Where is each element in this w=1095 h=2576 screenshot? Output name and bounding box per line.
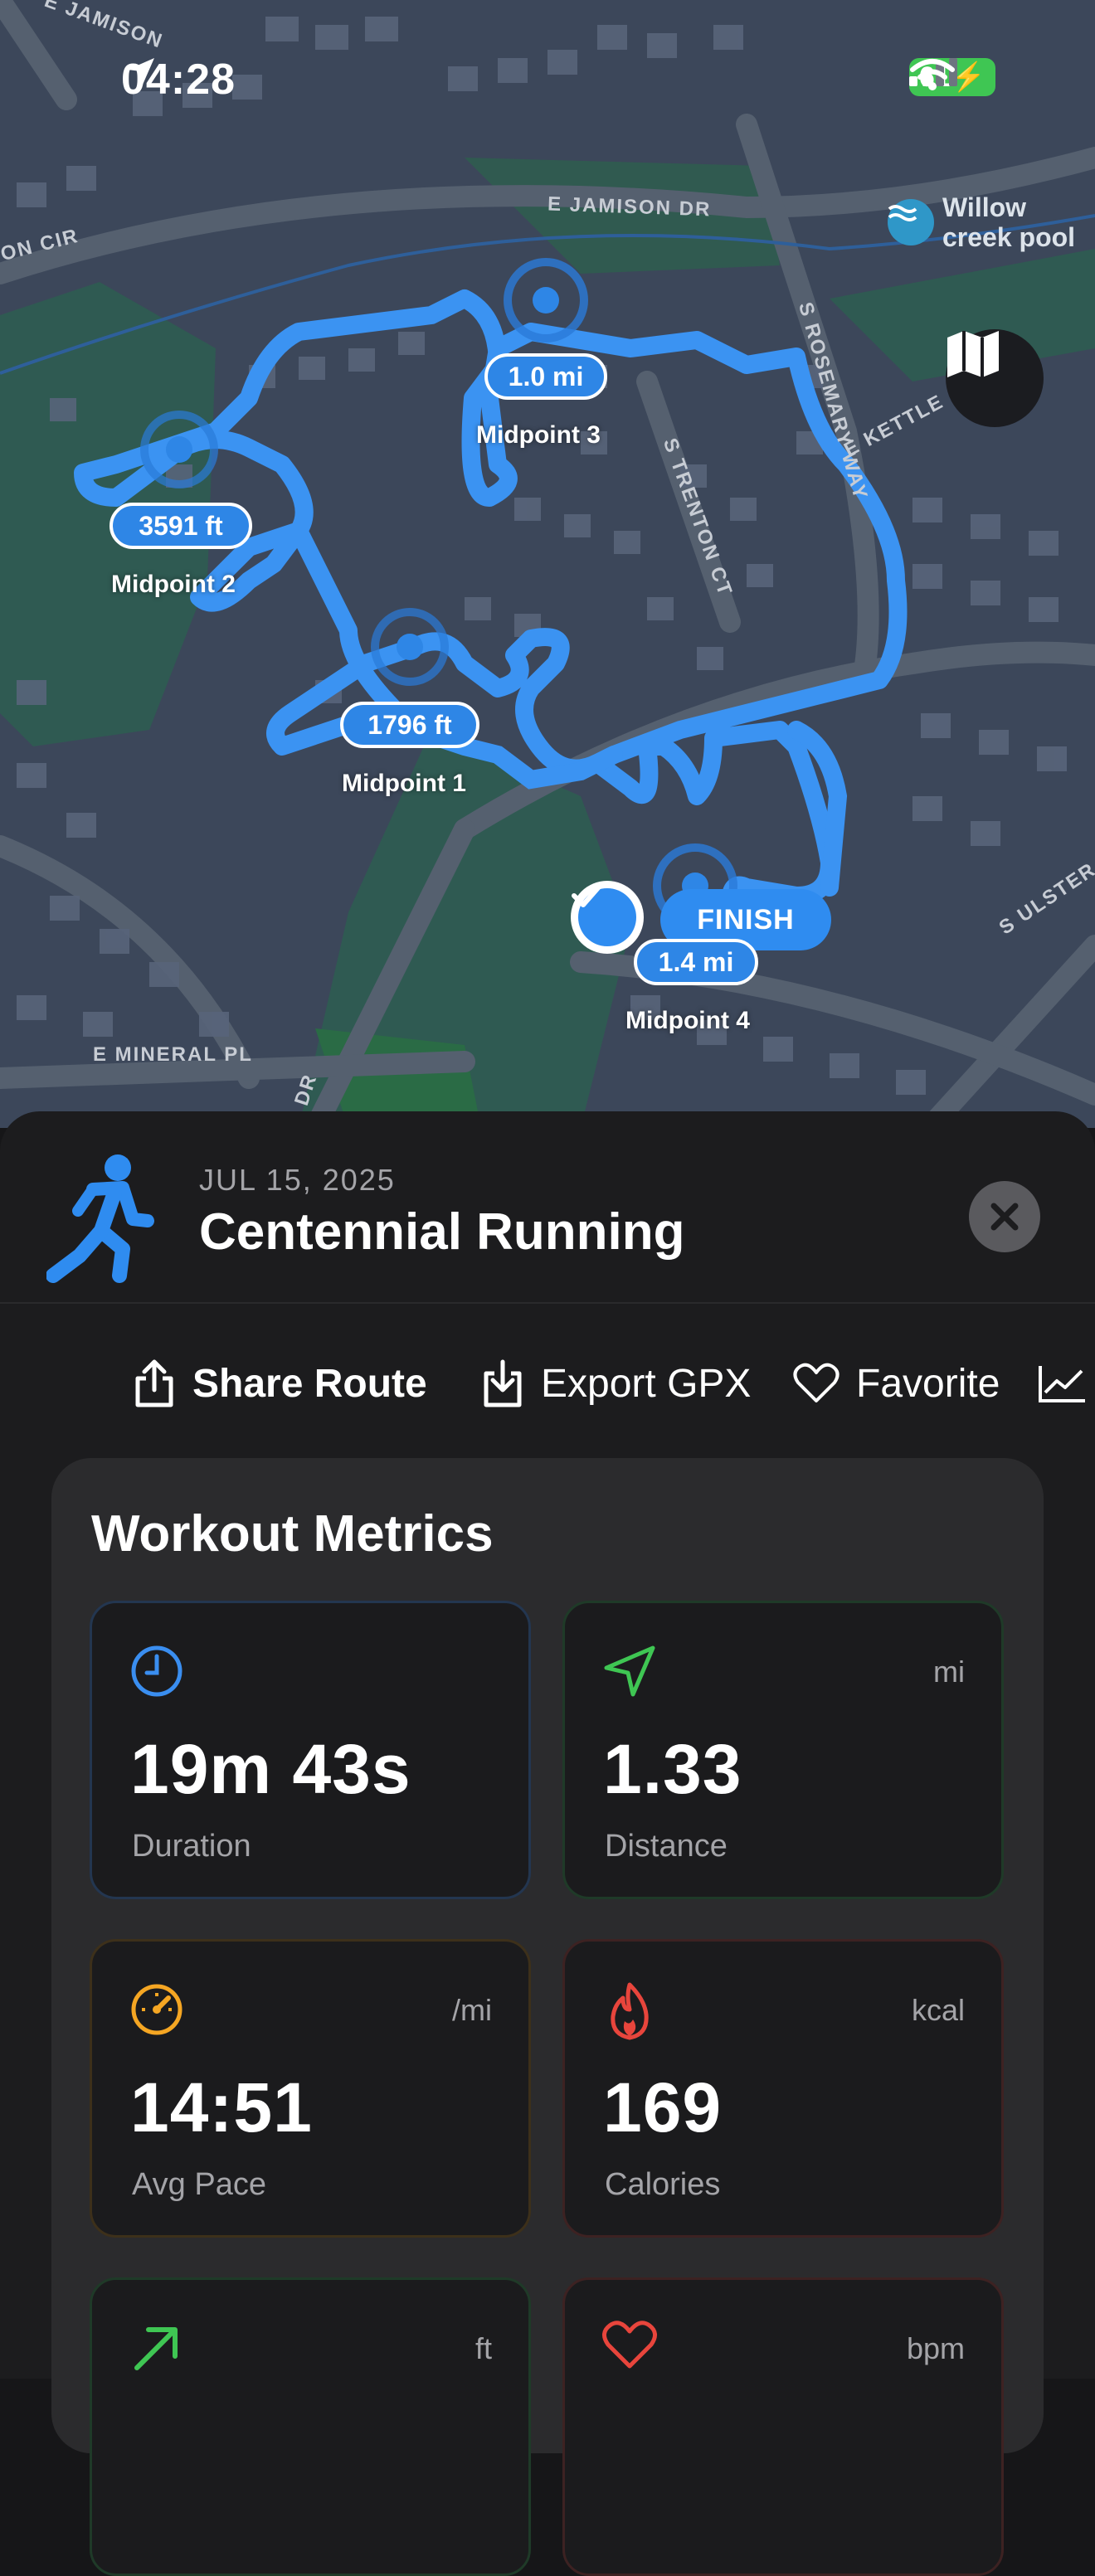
metric-tile-avg-pace[interactable]: /mi 14:51 Avg Pace bbox=[90, 1939, 531, 2238]
midpoint-distance-pill[interactable]: 1796 ft bbox=[340, 702, 479, 748]
midpoint-label: Midpoint 4 bbox=[625, 1007, 750, 1034]
heart-icon bbox=[793, 1363, 840, 1402]
street-label: E MINERAL PL bbox=[93, 1043, 253, 1066]
metric-label: Avg Pace bbox=[132, 2167, 266, 2202]
workout-title: Centennial Running bbox=[199, 1203, 685, 1261]
metric-unit: kcal bbox=[911, 1993, 965, 2027]
chart-button[interactable] bbox=[1037, 1342, 1087, 1425]
metric-tile-distance[interactable]: mi 1.33 Distance bbox=[562, 1601, 1004, 1899]
location-arrow-icon bbox=[601, 1643, 658, 1704]
close-icon bbox=[990, 1203, 1019, 1231]
wifi-icon bbox=[909, 59, 955, 90]
checkmark-icon bbox=[572, 882, 603, 907]
metric-tile-duration[interactable]: 19m 43s Duration bbox=[90, 1601, 531, 1899]
midpoint-label: Midpoint 2 bbox=[111, 571, 236, 598]
midpoint-distance-pill[interactable]: 3591 ft bbox=[110, 503, 252, 549]
midpoint-distance-pill[interactable]: 1.4 mi bbox=[634, 939, 758, 985]
metric-value: 1.33 bbox=[603, 1730, 742, 1808]
workout-date: JUL 15, 2025 bbox=[199, 1163, 396, 1197]
running-figure-icon bbox=[46, 1151, 154, 1288]
share-route-button[interactable]: Share Route bbox=[133, 1342, 427, 1425]
clock-icon bbox=[129, 1643, 185, 1704]
close-button[interactable] bbox=[969, 1181, 1040, 1252]
metric-label: Duration bbox=[132, 1829, 251, 1864]
card-title: Workout Metrics bbox=[91, 1505, 494, 1563]
sheet-header: JUL 15, 2025 Centennial Running bbox=[0, 1111, 1095, 1304]
metric-unit: mi bbox=[933, 1655, 965, 1689]
metric-label: Distance bbox=[605, 1829, 728, 1864]
workout-detail-sheet: JUL 15, 2025 Centennial Running Share Ro… bbox=[0, 1111, 1095, 2576]
route-map[interactable]: E JAMISON E JAMISON DR ON CIR S ROSEMARY… bbox=[0, 0, 1095, 1128]
export-gpx-button[interactable]: Export GPX bbox=[481, 1342, 751, 1425]
flame-icon bbox=[601, 1981, 658, 2045]
metric-tile-heart-rate[interactable]: bpm bbox=[562, 2277, 1004, 2576]
metric-unit: ft bbox=[474, 2331, 492, 2365]
pool-icon[interactable] bbox=[888, 199, 934, 245]
start-marker[interactable] bbox=[571, 881, 644, 954]
metric-value: 14:51 bbox=[130, 2068, 313, 2146]
metric-tile-elevation[interactable]: ft bbox=[90, 2277, 531, 2576]
midpoint-label: Midpoint 3 bbox=[476, 421, 601, 449]
status-time: 04:28 bbox=[121, 56, 236, 104]
favorite-button[interactable]: Favorite bbox=[793, 1342, 1000, 1425]
share-icon bbox=[135, 1359, 173, 1407]
workout-metrics-card: Workout Metrics 19m 43s Duration mi 1.33… bbox=[51, 1458, 1044, 2576]
action-bar: Share Route Export GPX Favorite bbox=[0, 1342, 1095, 1425]
metric-unit: /mi bbox=[452, 1993, 492, 2027]
speedometer-icon bbox=[129, 1981, 185, 2042]
status-bar: 04:28 61⚡ bbox=[0, 51, 1095, 109]
metric-tile-calories[interactable]: kcal 169 Calories bbox=[562, 1939, 1004, 2238]
heart-icon bbox=[601, 2320, 658, 2375]
download-icon bbox=[484, 1359, 522, 1407]
map-icon bbox=[947, 331, 999, 377]
metric-unit: bpm bbox=[906, 2331, 965, 2365]
chart-icon bbox=[1039, 1366, 1085, 1402]
poi-label[interactable]: Willow creek pool bbox=[942, 192, 1075, 252]
metric-value: 19m 43s bbox=[130, 1730, 411, 1808]
location-arrow-icon bbox=[128, 58, 154, 85]
metric-label: Calories bbox=[605, 2167, 721, 2202]
elevation-arrow-icon bbox=[129, 2320, 185, 2380]
midpoint-distance-pill[interactable]: 1.0 mi bbox=[484, 353, 607, 400]
midpoint-label: Midpoint 1 bbox=[342, 770, 466, 797]
map-background bbox=[0, 0, 1095, 1128]
map-style-button[interactable] bbox=[946, 329, 1044, 427]
metric-value: 169 bbox=[603, 2068, 723, 2146]
